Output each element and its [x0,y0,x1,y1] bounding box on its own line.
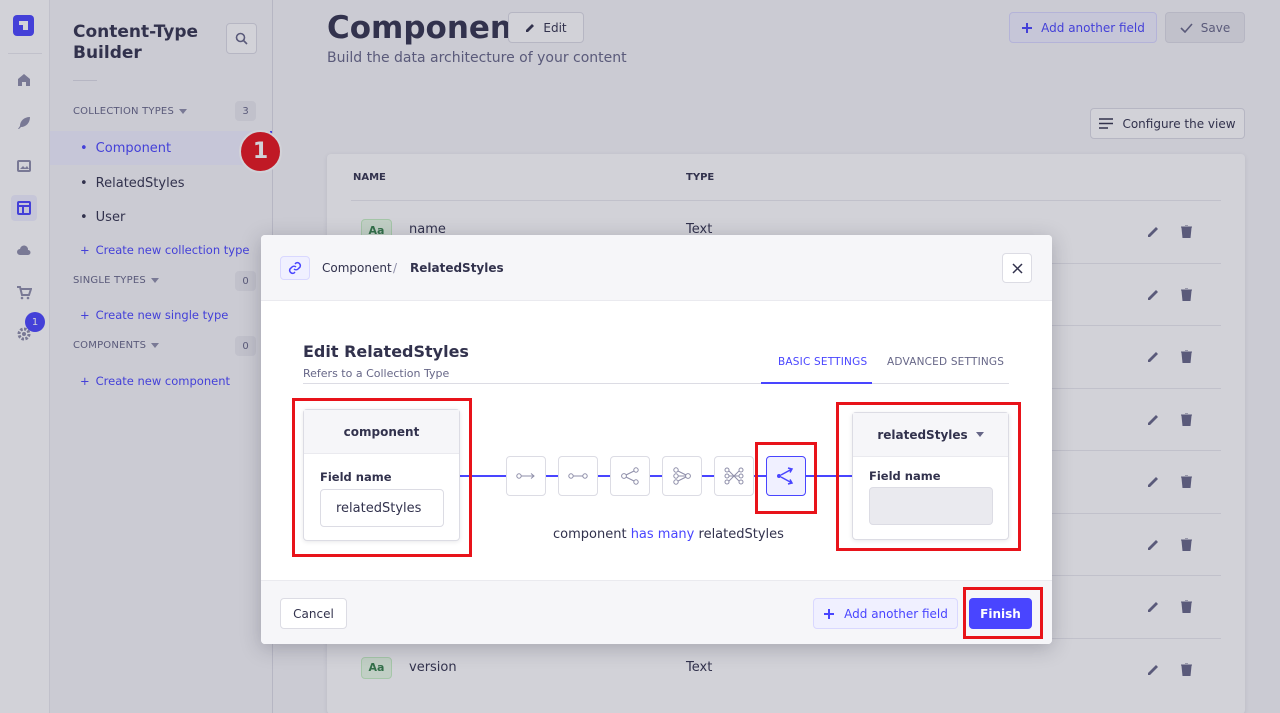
relation-many-to-many-button[interactable] [714,456,754,496]
modal-add-another-field-button[interactable]: Add another field [813,598,958,629]
many-way-icon [777,467,794,485]
relation-right-box: relatedStyles Field name [852,412,1009,540]
relation-one-to-one-button[interactable] [558,456,598,496]
relation-desc-type: has many [630,527,695,542]
active-tab-indicator [761,382,872,384]
one-to-one-icon [568,473,588,479]
relation-one-way-button[interactable] [506,456,546,496]
many-to-one-icon [673,467,691,485]
breadcrumb-relatedstyles: RelatedStyles [410,261,504,275]
caret-down-icon [975,432,984,437]
left-field-name-input[interactable]: relatedStyles [320,489,444,527]
modal-subtitle: Refers to a Collection Type [303,367,450,380]
relation-desc-source: component [553,527,627,542]
relation-one-to-many-button[interactable] [610,456,650,496]
one-to-many-icon [621,467,639,485]
modal-footer: Cancel Add another field Finish [261,580,1052,644]
plus-icon [824,608,835,619]
breadcrumb-separator: / [393,261,398,275]
finish-button[interactable]: Finish [969,598,1032,629]
close-icon [1011,262,1023,274]
relation-many-to-one-button[interactable] [662,456,702,496]
tab-basic-settings[interactable]: BASIC SETTINGS [778,356,867,368]
close-button[interactable] [1002,253,1032,283]
relation-description: component has many relatedStyles [553,527,784,542]
cancel-button[interactable]: Cancel [280,598,347,629]
tabs-divider [303,383,1009,384]
right-field-label: Field name [869,469,941,483]
modal-header: Component / RelatedStyles [261,235,1052,301]
breadcrumb-component: Component [322,261,392,275]
target-model-select[interactable]: relatedStyles [853,413,1008,457]
left-field-label: Field name [320,470,392,484]
tab-advanced-settings[interactable]: ADVANCED SETTINGS [887,356,1004,368]
relation-desc-target: relatedStyles [698,527,784,542]
edit-relation-modal: Component / RelatedStyles Edit RelatedSt… [261,235,1052,644]
modal-title: Edit RelatedStyles [303,342,469,361]
left-model-name: component [304,410,459,454]
target-model-name: relatedStyles [877,427,968,442]
many-to-many-icon [724,467,744,485]
relation-left-box: component Field name relatedStyles [303,409,460,541]
relation-link-icon [280,256,310,280]
relation-many-way-button[interactable] [766,456,806,496]
right-field-name-input [869,487,993,525]
modal-add-field-label: Add another field [844,606,948,621]
one-way-icon [516,473,535,479]
